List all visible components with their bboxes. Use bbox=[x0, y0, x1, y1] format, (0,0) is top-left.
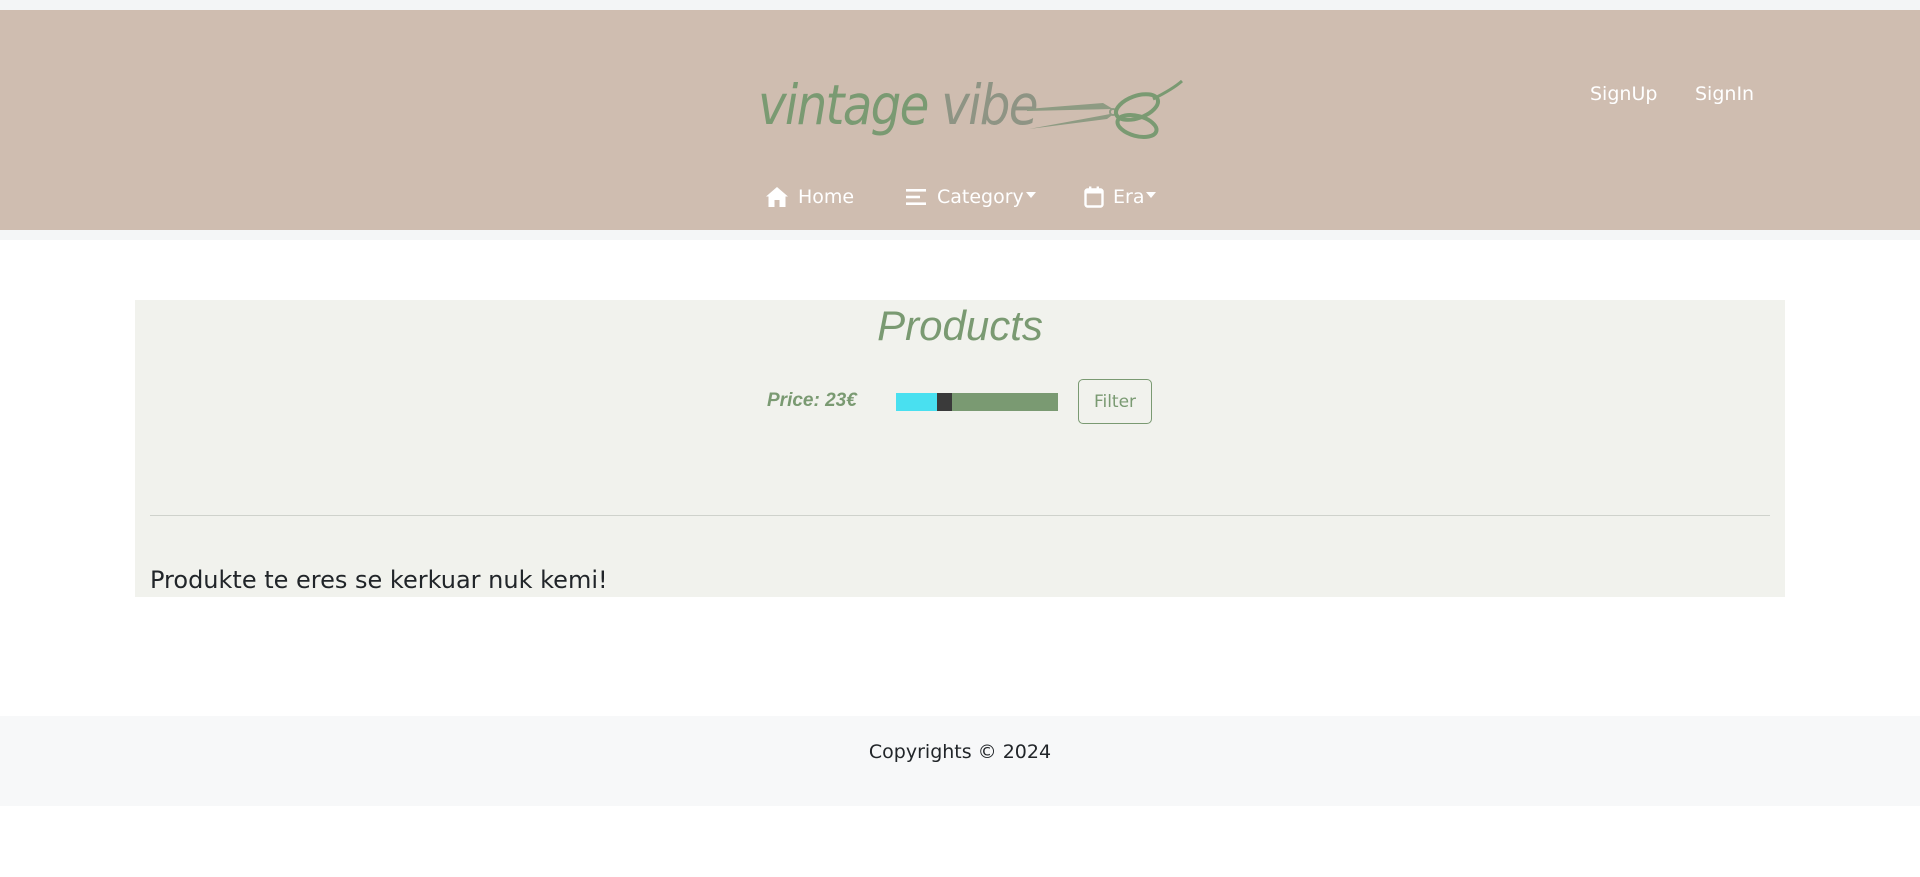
nav-category-dropdown[interactable]: Category bbox=[906, 184, 1036, 210]
filter-button[interactable]: Filter bbox=[1078, 379, 1152, 424]
signin-link[interactable]: SignIn bbox=[1695, 83, 1754, 105]
chevron-down-icon bbox=[1146, 192, 1157, 198]
price-slider-fill bbox=[896, 393, 937, 411]
site-logo[interactable]: vintage vibe bbox=[755, 65, 1185, 155]
price-slider-thumb[interactable] bbox=[937, 393, 952, 411]
page-title: Products bbox=[877, 302, 1043, 349]
chevron-down-icon bbox=[1025, 192, 1036, 198]
site-header: vintage vibe SignUp SignIn Home Category bbox=[0, 10, 1920, 230]
copyright-text: Copyrights © 2024 bbox=[868, 741, 1052, 763]
home-icon bbox=[766, 187, 788, 207]
nav-category-label: Category bbox=[937, 186, 1024, 208]
price-label: Price: 23€ bbox=[767, 390, 857, 411]
nav-era-label: Era bbox=[1113, 186, 1145, 208]
signup-link[interactable]: SignUp bbox=[1590, 83, 1657, 105]
logo-text: vintage vibe bbox=[758, 73, 1039, 137]
scissors-icon bbox=[1027, 79, 1183, 139]
nav-home[interactable]: Home bbox=[765, 184, 854, 210]
price-slider[interactable] bbox=[896, 393, 1058, 411]
top-strip bbox=[0, 0, 1920, 10]
empty-results-message: Produkte te eres se kerkuar nuk kemi! bbox=[150, 566, 608, 594]
nav-era-dropdown[interactable]: Era bbox=[1084, 184, 1157, 210]
calendar-icon bbox=[1084, 186, 1104, 208]
logo-word-vibe: vibe bbox=[941, 73, 1038, 137]
divider bbox=[150, 515, 1770, 516]
logo-word-vintage: vintage bbox=[758, 73, 929, 137]
header-bottom-strip bbox=[0, 230, 1920, 240]
nav-home-label: Home bbox=[798, 186, 855, 208]
list-icon bbox=[906, 189, 926, 205]
